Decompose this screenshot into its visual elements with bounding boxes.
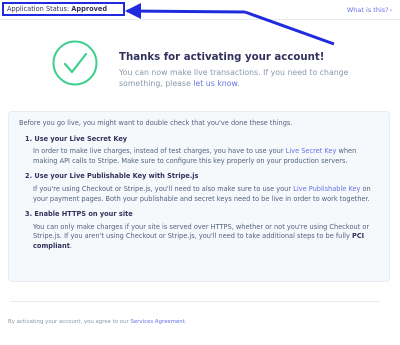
services-agreement-link[interactable]: Services Agreement: [130, 319, 184, 325]
status-label: Application Status:: [7, 5, 70, 13]
live-publishable-key-link[interactable]: Live Publishable Key: [293, 185, 360, 193]
annotation-arrow-line-diagonal: [244, 10, 335, 46]
application-status-badge: Application Status: Approved: [2, 2, 125, 16]
step-1-text: In order to make live charges, instead o…: [33, 147, 286, 156]
go-live-checklist: Before you go live, you might want to do…: [8, 111, 390, 282]
footer-text-end: .: [184, 319, 187, 325]
footer-divider: [10, 301, 380, 302]
step-2-text: If you're using Checkout or Stripe.js, y…: [33, 184, 294, 193]
annotation-arrow-line: [126, 9, 246, 14]
activation-title: Thanks for activating your account!: [119, 52, 325, 63]
step-3-title: 3. Enable HTTPS on your site: [25, 210, 133, 219]
annotation-arrowhead-icon: [125, 3, 141, 19]
status-value: Approved: [71, 5, 108, 13]
step-3-text-end: .: [69, 241, 72, 250]
header-divider: [0, 19, 400, 20]
what-is-this-label: What is this?: [346, 6, 389, 14]
step-3-body: You can only make charges if your site i…: [19, 223, 379, 252]
activation-subtitle: You can now make live transactions. If y…: [119, 67, 394, 89]
checklist-intro: Before you go live, you might want to do…: [19, 119, 293, 127]
step-1-body: In order to make live charges, instead o…: [19, 147, 379, 166]
what-is-this-link[interactable]: What is this?›: [347, 6, 392, 14]
checkmark-circle-icon: [52, 40, 98, 86]
step-1-title: 1. Use your Live Secret Key: [25, 134, 128, 143]
footer-text: By activating your account, you agree to…: [8, 319, 131, 325]
let-us-know-link[interactable]: let us know: [193, 79, 237, 88]
footer-agreement: By activating your account, you agree to…: [8, 319, 187, 325]
chevron-right-icon: ›: [389, 7, 392, 14]
live-secret-key-link[interactable]: Live Secret Key: [286, 147, 337, 155]
step-2-title: 2. Use your Live Publishable Key with St…: [25, 172, 199, 181]
step-3-text: You can only make charges if your site i…: [33, 222, 370, 241]
activation-subtitle-end: .: [237, 79, 240, 88]
step-2-body: If you're using Checkout or Stripe.js, y…: [19, 185, 379, 204]
